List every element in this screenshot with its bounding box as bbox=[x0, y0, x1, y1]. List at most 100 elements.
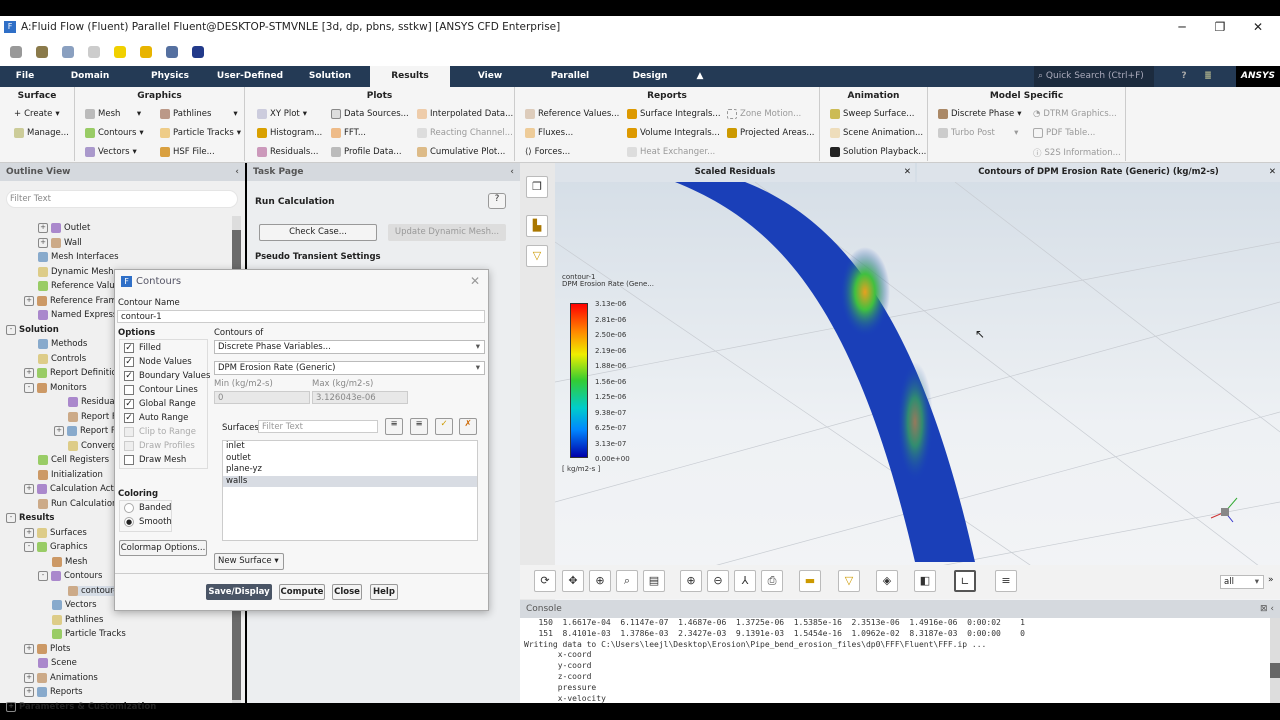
notes-icon[interactable]: ≣ bbox=[1200, 66, 1216, 87]
collapse-icon[interactable]: - bbox=[6, 513, 16, 523]
tree-item[interactable]: - Graphics bbox=[24, 542, 88, 552]
console-options-icon[interactable]: ⊠ ‹ bbox=[1260, 600, 1274, 618]
axes-icon[interactable]: ∟ bbox=[954, 570, 976, 592]
layout-icon[interactable]: ◧ bbox=[914, 570, 936, 592]
tree-item[interactable]: + Surfaces bbox=[24, 527, 87, 538]
tree-item[interactable]: - Contours bbox=[38, 571, 102, 581]
option-checkbox[interactable]: Contour Lines bbox=[124, 385, 198, 395]
surface-list-item[interactable]: outlet bbox=[223, 453, 477, 465]
tree-item[interactable]: + Outlet bbox=[38, 223, 90, 233]
ansys-a-icon[interactable] bbox=[140, 46, 152, 58]
ruler-icon[interactable]: ▬ bbox=[799, 570, 821, 592]
console-output[interactable]: 150 1.6617e-04 6.1147e-07 1.4687e-06 1.3… bbox=[520, 618, 1280, 704]
notes-icon[interactable]: ≡ bbox=[995, 570, 1017, 592]
s2s-information-button[interactable]: ⓘ S2S Information... bbox=[1033, 147, 1121, 159]
dialog-close-icon[interactable]: ✕ bbox=[470, 274, 480, 288]
turbo-post-button[interactable]: Turbo Post ▾ bbox=[938, 128, 1018, 138]
tree-item[interactable]: Cell Registers bbox=[38, 455, 109, 465]
close-viewport-icon[interactable]: ✕ bbox=[1269, 163, 1276, 182]
cumulative-plot-button[interactable]: Cumulative Plot... bbox=[417, 147, 505, 157]
probe-icon[interactable]: ▤ bbox=[643, 570, 665, 592]
console-scrollbar[interactable] bbox=[1270, 618, 1280, 703]
contour-name-input[interactable]: contour-1 bbox=[117, 310, 485, 323]
contours-category-dropdown[interactable]: Discrete Phase Variables... bbox=[214, 340, 485, 354]
tree-item[interactable]: Run Calculation bbox=[38, 498, 117, 509]
tree-item[interactable]: Residual bbox=[68, 397, 117, 407]
expand-icon[interactable]: + bbox=[24, 368, 34, 378]
fluxes-button[interactable]: Fluxes... bbox=[525, 128, 573, 138]
copy-icon[interactable]: ❐ bbox=[526, 176, 548, 198]
tab-parallel[interactable]: Parallel bbox=[540, 66, 600, 87]
solution-playback-button[interactable]: Solution Playback... bbox=[830, 147, 926, 157]
restore-button[interactable]: ❐ bbox=[1200, 16, 1240, 38]
tab-view[interactable]: View bbox=[460, 66, 520, 87]
checkbox-box[interactable]: ✓ bbox=[124, 357, 134, 367]
tree-item[interactable]: Reference Values bbox=[38, 281, 124, 291]
smooth-radio[interactable]: ● Smooth bbox=[124, 517, 172, 527]
min-input[interactable]: 0 bbox=[214, 391, 310, 404]
contours-button[interactable]: Contours ▾ bbox=[85, 128, 144, 138]
save-icon[interactable] bbox=[36, 46, 48, 58]
profile-data-button[interactable]: Profile Data... bbox=[331, 147, 402, 157]
mesh-icon[interactable] bbox=[62, 46, 74, 58]
expand-icon[interactable]: + bbox=[54, 426, 64, 436]
collapse-icon[interactable]: ‹ bbox=[235, 163, 239, 181]
task-help-button[interactable]: ? bbox=[488, 193, 506, 209]
pathlines-button[interactable]: Pathlines ▾ bbox=[160, 109, 238, 119]
expand-icon[interactable]: + bbox=[24, 687, 34, 697]
xy-plot-button[interactable]: XY Plot ▾ bbox=[257, 109, 307, 119]
tree-item[interactable]: + Wall bbox=[38, 237, 82, 248]
expand-icon[interactable]: + bbox=[24, 643, 34, 654]
data-sources-button[interactable]: Data Sources... bbox=[331, 109, 409, 119]
tree-item[interactable]: + Animations bbox=[24, 672, 98, 683]
hsf-file-button[interactable]: HSF File... bbox=[160, 147, 215, 157]
checkbox-box[interactable] bbox=[124, 441, 134, 451]
tree-item[interactable]: Vectors bbox=[52, 600, 97, 610]
expand-icon[interactable]: + bbox=[24, 484, 34, 494]
collapse-icon[interactable]: - bbox=[24, 542, 34, 552]
zoom-in-out-icon[interactable]: ⊕ bbox=[589, 570, 611, 592]
save-picture-icon[interactable]: ⎙ bbox=[761, 570, 783, 592]
rotate-icon[interactable]: ⟳ bbox=[534, 570, 556, 592]
tab-domain[interactable]: Domain bbox=[60, 66, 120, 87]
reference-values-button[interactable]: Reference Values... bbox=[525, 109, 619, 119]
option-checkbox[interactable]: Draw Profiles bbox=[124, 441, 195, 451]
close-button[interactable]: Close bbox=[332, 584, 362, 600]
volume-integrals-button[interactable]: Volume Integrals... bbox=[627, 128, 720, 138]
checkbox-box[interactable] bbox=[124, 427, 134, 437]
discrete-phase-button[interactable]: Discrete Phase ▾ bbox=[938, 109, 1021, 119]
expand-icon[interactable]: + bbox=[38, 237, 48, 248]
close-viewport-icon[interactable]: ✕ bbox=[904, 163, 911, 182]
option-checkbox[interactable]: ✓ Global Range bbox=[124, 399, 196, 409]
view-icon[interactable]: ▙ bbox=[526, 215, 548, 237]
tree-item[interactable]: + Parameters & Customization bbox=[6, 701, 156, 712]
manage-surface-button[interactable]: Manage... bbox=[14, 128, 69, 138]
tree-item[interactable]: Initialization bbox=[38, 469, 103, 480]
pan-icon[interactable]: ✥ bbox=[562, 570, 584, 592]
tree-item[interactable]: Mesh bbox=[52, 556, 87, 567]
expand-icon[interactable]: + bbox=[24, 672, 34, 683]
max-input[interactable]: 3.126043e-06 bbox=[312, 391, 408, 404]
lighting-icon[interactable]: ▽ bbox=[526, 245, 548, 267]
checkbox-box[interactable]: ✓ bbox=[124, 413, 134, 423]
expand-icon[interactable]: + bbox=[6, 701, 16, 712]
select-new-surfaces-icon[interactable]: ≡ bbox=[385, 418, 403, 435]
tree-item[interactable]: + Reference Frames bbox=[24, 295, 126, 306]
checkbox-box[interactable]: ✓ bbox=[124, 399, 134, 409]
close-window-button[interactable]: ✕ bbox=[1238, 16, 1278, 38]
select-all-icon[interactable]: ≡ bbox=[410, 418, 428, 435]
particle-tracks-button[interactable]: Particle Tracks ▾ bbox=[160, 128, 241, 138]
outline-filter-input[interactable]: Filter Text bbox=[6, 190, 238, 208]
tree-item[interactable]: Pathlines bbox=[52, 614, 103, 625]
tree-item[interactable]: Methods bbox=[38, 339, 87, 349]
colormap-options-button[interactable]: Colormap Options... bbox=[119, 540, 207, 556]
zone-motion-button[interactable]: Zone Motion... bbox=[727, 109, 801, 119]
create-surface-button[interactable]: + Create ▾ bbox=[14, 109, 60, 119]
tree-item[interactable]: Scene bbox=[38, 658, 77, 668]
tree-item[interactable]: + Reports bbox=[24, 687, 83, 697]
reacting-channel-button[interactable]: Reacting Channel... bbox=[417, 128, 513, 138]
tree-item[interactable]: Particle Tracks bbox=[52, 629, 126, 639]
zoom-out-icon[interactable]: ⊖ bbox=[707, 570, 729, 592]
deselect-all-icon[interactable]: ✗ bbox=[459, 418, 477, 435]
scene-animation-button[interactable]: Scene Animation... bbox=[830, 128, 923, 138]
